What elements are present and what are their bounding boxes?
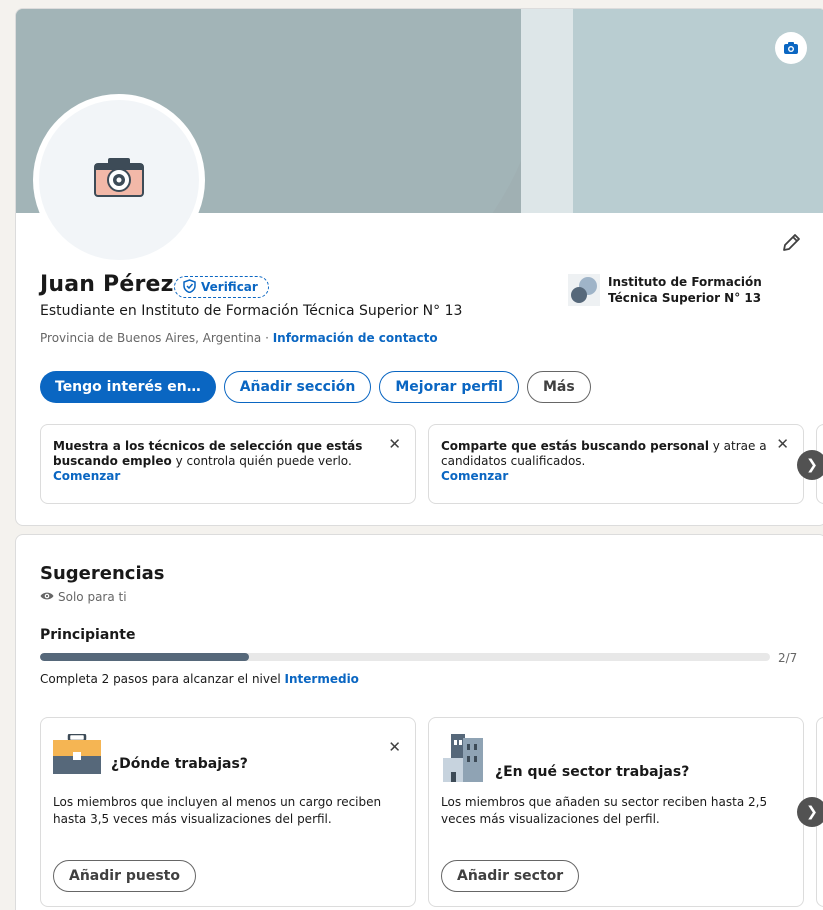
close-icon[interactable]: ✕ xyxy=(388,437,401,452)
card-body: Los miembros que incluyen al menos un ca… xyxy=(53,795,382,826)
profile-name: Juan Pérez xyxy=(40,272,174,297)
open-to-work-tip: Muestra a los técnicos de selección que … xyxy=(40,424,416,504)
eye-icon xyxy=(40,590,54,604)
close-icon[interactable]: ✕ xyxy=(776,437,789,452)
buildings-icon xyxy=(441,734,485,786)
suggestion-card-industry: ¿En qué sector trabajas? Los miembros qu… xyxy=(428,717,804,907)
profile-actions: Tengo interés en… Añadir sección Mejorar… xyxy=(40,371,591,403)
card-body: Los miembros que añaden su sector recibe… xyxy=(441,795,768,826)
tip-start-link[interactable]: Comenzar xyxy=(53,469,403,484)
profile-card: Juan Pérez Verificar Estudiante en Insti… xyxy=(15,8,823,526)
progress-fill xyxy=(40,653,249,661)
level-name: Principiante xyxy=(40,627,136,643)
contact-info-link[interactable]: Información de contacto xyxy=(273,331,438,345)
suggestions-card: Sugerencias Solo para ti Principiante 2/… xyxy=(15,534,823,910)
location-text: Provincia de Buenos Aires, Argentina xyxy=(40,331,262,345)
next-level-text: Completa 2 pasos para alcanzar el nivel xyxy=(40,672,285,686)
tip-bold: Comparte que estás buscando personal xyxy=(441,439,709,453)
institution-link[interactable]: Instituto de Formación Técnica Superior … xyxy=(568,274,783,306)
cover-camera-icon[interactable] xyxy=(775,32,807,64)
private-label: Solo para ti xyxy=(58,590,127,604)
add-industry-button[interactable]: Añadir sector xyxy=(441,860,580,892)
tip-text: y controla quién puede verlo. xyxy=(171,454,352,468)
improve-profile-button[interactable]: Mejorar perfil xyxy=(379,371,519,403)
edit-pencil-icon[interactable] xyxy=(779,231,803,255)
shield-check-icon xyxy=(183,278,196,296)
interest-button[interactable]: Tengo interés en… xyxy=(40,371,216,403)
suggestions-title: Sugerencias xyxy=(40,563,165,584)
verify-label: Verificar xyxy=(201,280,258,294)
add-position-button[interactable]: Añadir puesto xyxy=(53,860,196,892)
camera-icon xyxy=(94,158,144,202)
profile-headline: Estudiante en Instituto de Formación Téc… xyxy=(40,303,463,319)
institution-logo xyxy=(568,274,600,306)
suggestion-card-position: ¿Dónde trabajas? ✕ Los miembros que incl… xyxy=(40,717,416,907)
profile-location: Provincia de Buenos Aires, Argentina · I… xyxy=(40,331,438,345)
next-level-note: Completa 2 pasos para alcanzar el nivel … xyxy=(40,672,359,686)
hiring-tip: Comparte que estás buscando personal y a… xyxy=(428,424,804,504)
card-title: ¿Dónde trabajas? xyxy=(111,756,248,772)
briefcase-icon xyxy=(53,732,101,778)
progress-count: 2/7 xyxy=(778,651,798,665)
private-note: Solo para ti xyxy=(40,590,127,604)
location-separator: · xyxy=(261,331,273,345)
close-icon[interactable]: ✕ xyxy=(388,738,401,756)
card-title: ¿En qué sector trabajas? xyxy=(495,764,690,780)
next-level-link[interactable]: Intermedio xyxy=(285,672,359,686)
more-button[interactable]: Más xyxy=(526,371,591,403)
tip-start-link[interactable]: Comenzar xyxy=(441,469,791,484)
add-section-button[interactable]: Añadir sección xyxy=(223,371,372,403)
carousel-next-arrow[interactable]: ❯ xyxy=(797,797,823,827)
verify-button[interactable]: Verificar xyxy=(174,276,269,298)
carousel-next-arrow[interactable]: ❯ xyxy=(797,450,823,480)
profile-progress-bar xyxy=(40,653,770,661)
profile-photo[interactable] xyxy=(33,94,205,266)
institution-name: Instituto de Formación Técnica Superior … xyxy=(608,275,762,305)
